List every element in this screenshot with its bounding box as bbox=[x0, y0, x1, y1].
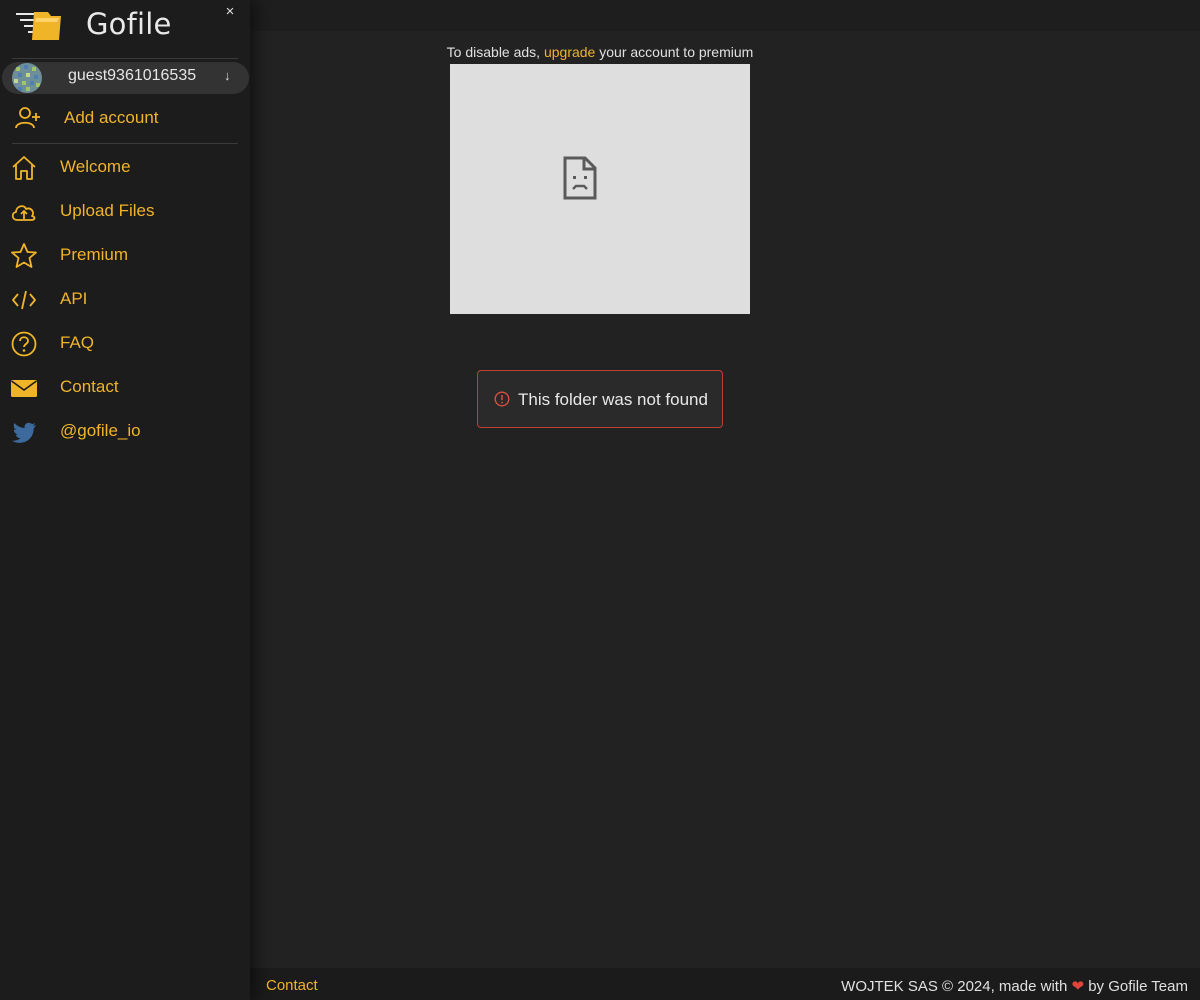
account-selector[interactable]: guest9361016535 ↓ bbox=[2, 62, 249, 94]
divider bbox=[12, 143, 238, 144]
ads-notice: To disable ads, upgrade your account to … bbox=[250, 44, 950, 60]
divider bbox=[12, 58, 238, 59]
nav-item-faq[interactable]: FAQ bbox=[0, 325, 250, 361]
ads-notice-suffix: your account to premium bbox=[599, 44, 754, 60]
folder-not-found-alert: This folder was not found bbox=[477, 370, 723, 428]
account-username: guest9361016535 bbox=[68, 67, 197, 84]
ads-notice-prefix: To disable ads, bbox=[446, 44, 541, 60]
gofile-logo-icon[interactable] bbox=[14, 6, 64, 44]
brand-name[interactable]: Gofile bbox=[86, 7, 172, 41]
cloud-upload-icon bbox=[11, 205, 36, 221]
question-circle-icon bbox=[11, 331, 37, 357]
twitter-icon bbox=[12, 422, 36, 443]
footer-contact-link[interactable]: Contact bbox=[266, 977, 318, 994]
broken-document-icon bbox=[563, 156, 597, 200]
nav-item-premium[interactable]: Premium bbox=[0, 237, 250, 273]
nav-item-label: Upload Files bbox=[60, 201, 155, 220]
nav-item-label: Premium bbox=[60, 245, 129, 264]
nav-item-welcome[interactable]: Welcome bbox=[0, 149, 250, 185]
star-icon bbox=[11, 243, 37, 268]
user-plus-icon bbox=[15, 107, 40, 129]
add-account-label: Add account bbox=[64, 108, 159, 127]
footer: Contact WOJTEK SAS © 2024, made with ❤ b… bbox=[250, 968, 1200, 1000]
arrow-down-icon[interactable]: ↓ bbox=[224, 68, 231, 83]
nav-item-label: @gofile_io bbox=[60, 421, 141, 440]
nav-item-upload-files[interactable]: Upload Files bbox=[0, 193, 250, 229]
top-bar bbox=[250, 0, 1200, 31]
ad-frame[interactable] bbox=[450, 64, 750, 314]
nav-item-label: Contact bbox=[60, 377, 119, 396]
exclamation-circle-icon bbox=[494, 391, 510, 407]
nav-item-api[interactable]: API bbox=[0, 281, 250, 317]
add-account-button[interactable]: Add account bbox=[0, 102, 250, 134]
envelope-icon bbox=[11, 380, 37, 397]
heart-icon: ❤ bbox=[1071, 978, 1085, 995]
close-sidebar-button[interactable]: × bbox=[222, 3, 238, 21]
home-icon bbox=[12, 156, 36, 180]
credit-prefix: WOJTEK SAS © 2024, made with bbox=[841, 978, 1068, 995]
nav-item-label: API bbox=[60, 289, 88, 308]
nav-item-label: FAQ bbox=[60, 333, 95, 352]
upgrade-link[interactable]: upgrade bbox=[544, 44, 595, 60]
avatar bbox=[12, 63, 42, 93]
nav-item-twitter[interactable]: @gofile_io bbox=[0, 413, 250, 449]
code-icon bbox=[12, 290, 36, 310]
alert-message: This folder was not found bbox=[518, 390, 708, 409]
credit-suffix: by Gofile Team bbox=[1088, 978, 1188, 995]
footer-credit: WOJTEK SAS © 2024, made with ❤ by Gofile… bbox=[841, 977, 1188, 995]
nav-item-contact[interactable]: Contact bbox=[0, 369, 250, 405]
sidebar: Gofile × guest9361016535 ↓ Add account W… bbox=[0, 0, 250, 1000]
nav-item-label: Welcome bbox=[60, 157, 131, 176]
brand-header: Gofile × bbox=[0, 0, 250, 56]
